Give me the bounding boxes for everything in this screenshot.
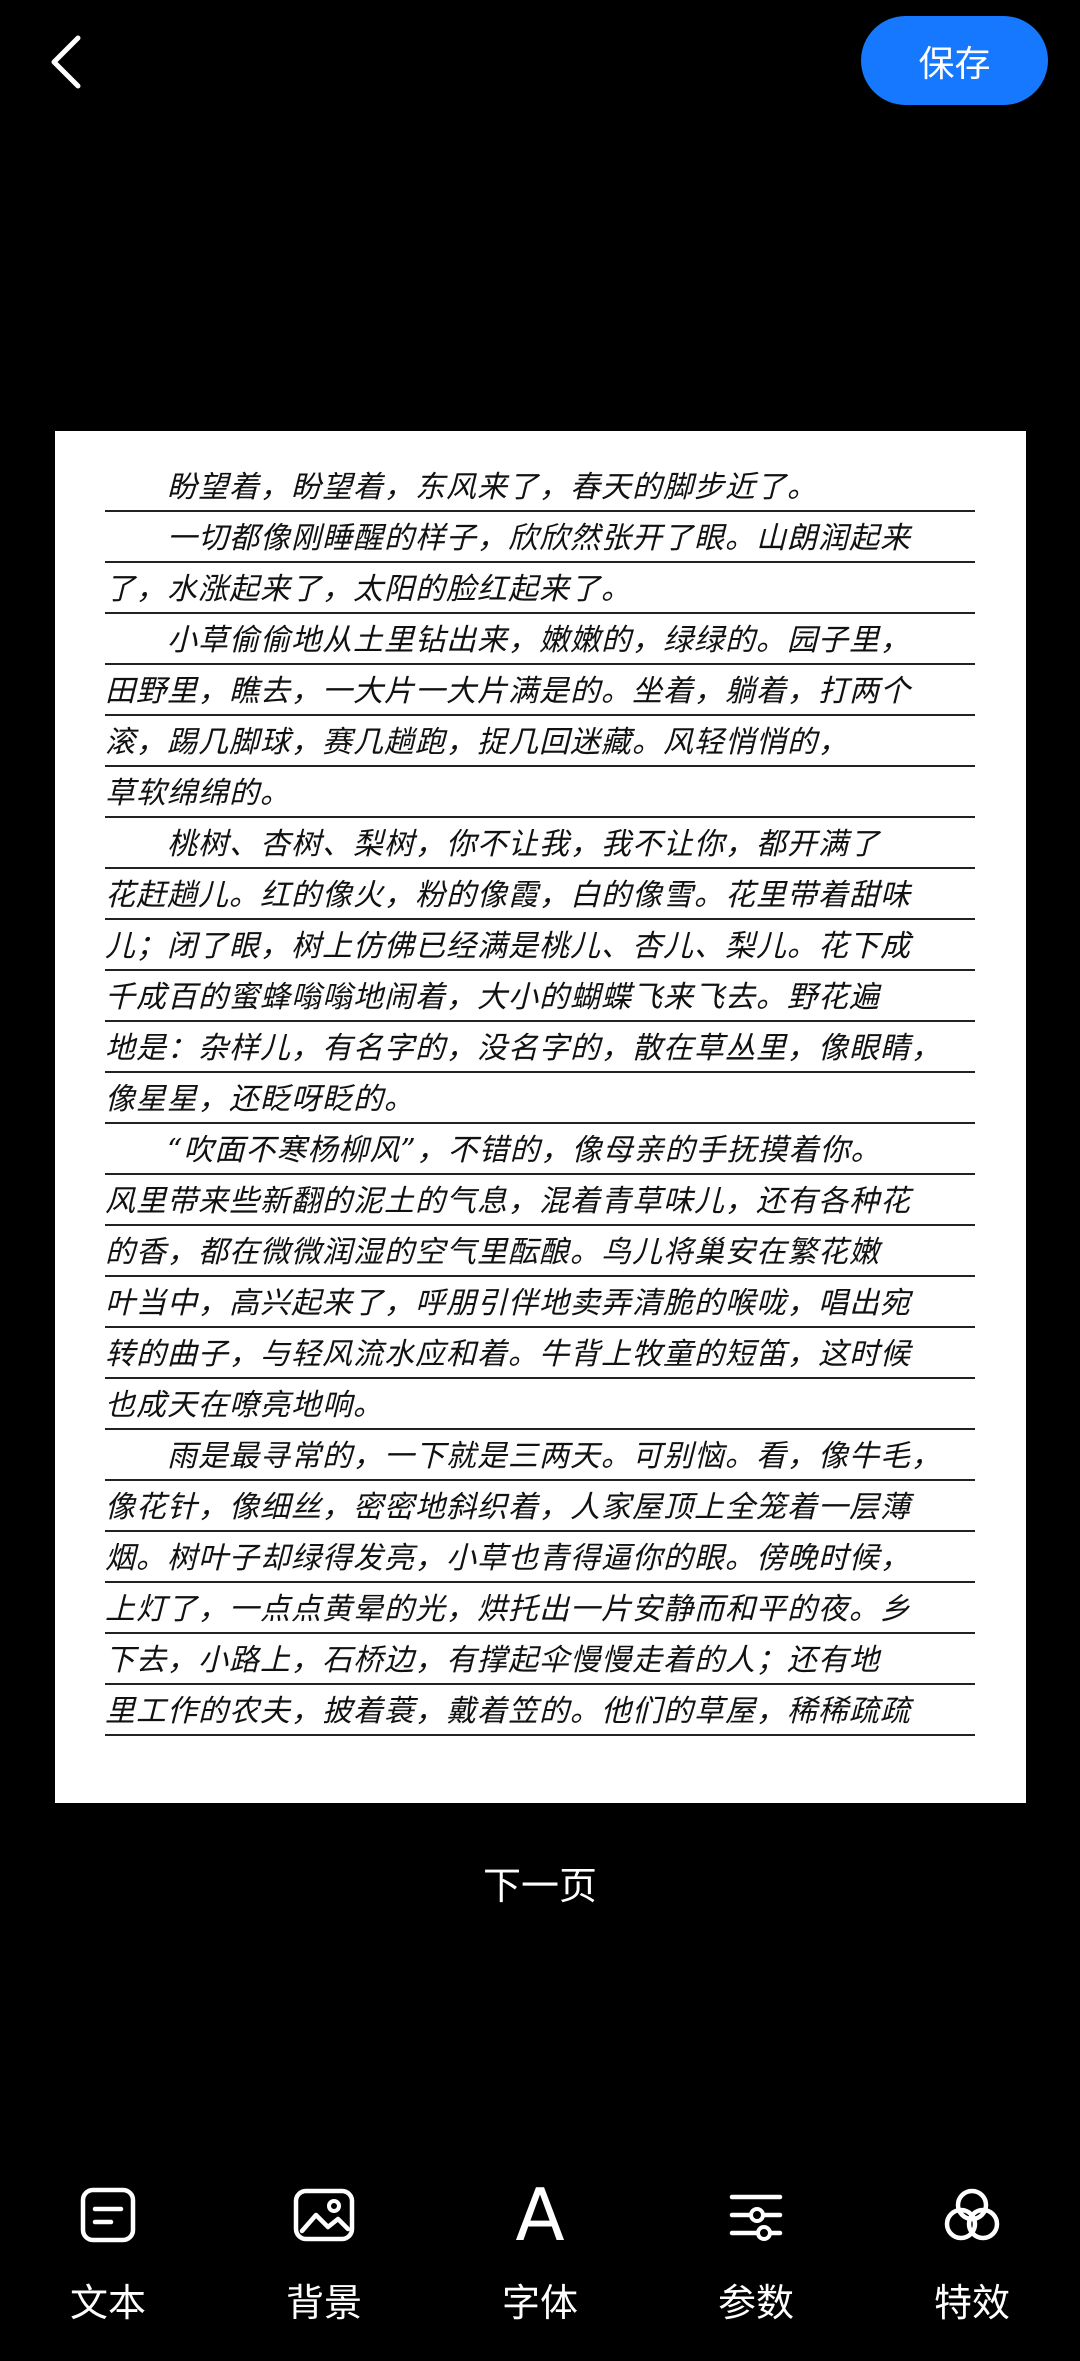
font-icon: A (515, 2173, 565, 2257)
handwriting-line: 滚，踢几脚球，赛几趟跑，捉几回迷藏。风轻悄悄的， (105, 716, 975, 767)
handwriting-line: 烟。树叶子却绿得发亮，小草也青得逼你的眼。傍晚时候， (105, 1532, 975, 1583)
toolbar-item-effects[interactable]: 特效 (892, 2160, 1052, 2350)
handwriting-line: 转的曲子，与轻风流水应和着。牛背上牧童的短笛，这时候 (105, 1328, 975, 1379)
toolbar-label: 特效 (933, 2281, 1010, 2325)
handwriting-line: 儿；闭了眼，树上仿佛已经满是桃儿、杏儿、梨儿。花下成 (105, 920, 975, 971)
sliders-icon (721, 2180, 791, 2250)
chevron-left-icon (51, 35, 81, 89)
handwriting-line: 里工作的农夫，披着蓑，戴着笠的。他们的草屋，稀稀疏疏 (105, 1685, 975, 1736)
handwriting-line: 下去，小路上，石桥边，有撑起伞慢慢走着的人；还有地 (105, 1634, 975, 1685)
handwriting-preview-page: 盼望着，盼望着，东风来了，春天的脚步近了。 一切都像刚睡醒的样子，欣欣然张开了眼。… (55, 431, 1026, 1803)
handwriting-line: 一切都像刚睡醒的样子，欣欣然张开了眼。山朗润起来 (105, 512, 975, 563)
toolbar-label: 字体 (501, 2281, 578, 2325)
effects-icon (937, 2180, 1007, 2250)
handwriting-line: 桃树、杏树、梨树，你不让我，我不让你，都开满了 (105, 818, 975, 869)
app-screen: 保存 盼望着，盼望着，东风来了，春天的脚步近了。 一切都像刚睡醒的样子，欣欣然张开… (0, 0, 1080, 2361)
handwriting-line: 盼望着，盼望着，东风来了，春天的脚步近了。 (105, 461, 975, 512)
back-button[interactable] (30, 22, 102, 102)
handwriting-line: 地是：杂样儿，有名字的，没名字的，散在草丛里，像眼睛， (105, 1022, 975, 1073)
toolbar-item-background[interactable]: 背景 (244, 2160, 404, 2350)
handwriting-line: 也成天在嘹亮地响。 (105, 1379, 975, 1430)
bottom-toolbar: 文本 背景 A 字体 参数 特效 (0, 2160, 1080, 2350)
next-page-button[interactable]: 下一页 (0, 1855, 1080, 1910)
handwriting-line: 像星星，还眨呀眨的。 (105, 1073, 975, 1124)
handwriting-line: 上灯了，一点点黄晕的光，烘托出一片安静而和平的夜。乡 (105, 1583, 975, 1634)
handwriting-line: 的香，都在微微润湿的空气里酝酿。鸟儿将巢安在繁花嫩 (105, 1226, 975, 1277)
toolbar-item-text[interactable]: 文本 (28, 2160, 188, 2350)
handwriting-line: 草软绵绵的。 (105, 767, 975, 818)
handwriting-lines: 盼望着，盼望着，东风来了，春天的脚步近了。 一切都像刚睡醒的样子，欣欣然张开了眼。… (105, 461, 975, 1736)
handwriting-line: 像花针，像细丝，密密地斜织着，人家屋顶上全笼着一层薄 (105, 1481, 975, 1532)
toolbar-item-params[interactable]: 参数 (676, 2160, 836, 2350)
text-icon (73, 2180, 143, 2250)
image-icon (289, 2180, 359, 2250)
handwriting-line: 雨是最寻常的，一下就是三两天。可别恼。看，像牛毛， (105, 1430, 975, 1481)
toolbar-label: 参数 (717, 2281, 794, 2325)
handwriting-line: 花赶趟儿。红的像火，粉的像霞，白的像雪。花里带着甜味 (105, 869, 975, 920)
save-button[interactable]: 保存 (861, 16, 1048, 105)
handwriting-line: 田野里，瞧去，一大片一大片满是的。坐着，躺着，打两个 (105, 665, 975, 716)
handwriting-line: “吹面不寒杨柳风”，不错的，像母亲的手抚摸着你。 (105, 1124, 975, 1175)
toolbar-label: 文本 (69, 2281, 146, 2325)
handwriting-line: 千成百的蜜蜂嗡嗡地闹着，大小的蝴蝶飞来飞去。野花遍 (105, 971, 975, 1022)
handwriting-line: 风里带来些新翻的泥土的气息，混着青草味儿，还有各种花 (105, 1175, 975, 1226)
toolbar-label: 背景 (285, 2281, 362, 2325)
toolbar-item-font[interactable]: A 字体 (460, 2160, 620, 2350)
handwriting-line: 了，水涨起来了，太阳的脸红起来了。 (105, 563, 975, 614)
handwriting-line: 叶当中，高兴起来了，呼朋引伴地卖弄清脆的喉咙，唱出宛 (105, 1277, 975, 1328)
handwriting-line: 小草偷偷地从土里钻出来，嫩嫩的，绿绿的。园子里， (105, 614, 975, 665)
